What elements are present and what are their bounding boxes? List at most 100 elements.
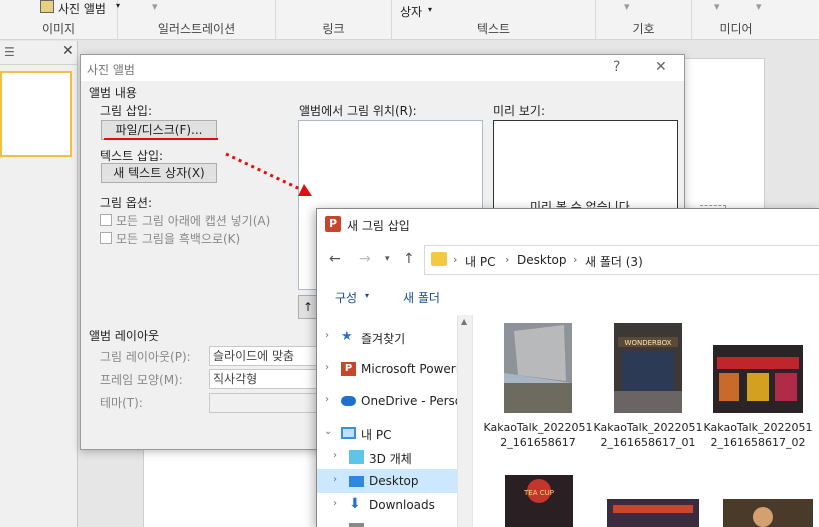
folder-icon xyxy=(431,252,447,266)
captions-checkbox[interactable] xyxy=(100,214,112,226)
picture-layout-select[interactable]: 슬라이드에 맞춤 xyxy=(209,346,317,366)
insert-text-label: 텍스트 삽입: xyxy=(100,149,164,163)
address-bar[interactable]: › 내 PC › Desktop › 새 폴더 (3) xyxy=(424,245,819,275)
star-icon: ★ xyxy=(341,329,353,344)
dialog-title: 새 그림 삽입 xyxy=(347,219,410,233)
toolbar: 구성 ▾ 새 폴더 xyxy=(317,283,819,311)
photo-album-button[interactable]: 사진 앨범 xyxy=(58,0,106,17)
cloud-icon xyxy=(341,396,356,406)
ribbon-group-label: 링크 xyxy=(322,22,345,36)
chevron-right-icon[interactable]: › xyxy=(325,394,329,405)
breadcrumb-separator-icon[interactable]: › xyxy=(505,253,509,266)
breadcrumb-separator-icon[interactable]: › xyxy=(573,253,577,266)
ribbon-group-illustrations: ▾ 일러스트레이션 xyxy=(118,0,276,40)
file-thumbnail xyxy=(713,345,803,413)
ribbon-group-image: 사진 앨범 ▾ 이미지 xyxy=(0,0,120,40)
dialog-title: 사진 앨범 xyxy=(87,63,135,77)
navigation-row: ← → ▾ ↑ › 내 PC › Desktop › 새 폴더 (3) xyxy=(317,243,819,277)
ribbon-group-label: 미디어 xyxy=(719,22,753,36)
chevron-down-icon[interactable]: ▾ xyxy=(428,5,432,14)
chevron-down-icon[interactable]: ▾ xyxy=(365,291,369,300)
back-arrow-icon[interactable]: ← xyxy=(329,251,341,267)
file-item[interactable]: KakaoTalk_20220512_161658617 xyxy=(483,323,593,450)
organize-button[interactable]: 구성 xyxy=(335,289,357,306)
computer-icon xyxy=(341,427,356,439)
picture-layout-label: 그림 레이아웃(P): xyxy=(100,350,191,364)
outline-view-icon[interactable]: ☰ xyxy=(4,45,15,59)
black-white-checkbox[interactable] xyxy=(100,232,112,244)
black-white-label: 모든 그림을 흑백으로(K) xyxy=(116,232,241,246)
ribbon-group-text: 상자 ▾ 텍스트 xyxy=(392,0,596,40)
chevron-down-icon[interactable]: ▾ xyxy=(756,0,762,13)
frame-shape-select[interactable]: 직사각형 xyxy=(209,369,317,389)
close-icon[interactable]: ✕ xyxy=(655,59,667,75)
chevron-down-icon[interactable]: ▾ xyxy=(624,0,630,13)
forward-arrow-icon[interactable]: → xyxy=(359,251,371,267)
nav-item-partial[interactable] xyxy=(317,519,457,527)
nav-item-onedrive[interactable]: › OneDrive - Personal xyxy=(317,389,457,413)
chevron-down-icon[interactable]: ⌄ xyxy=(324,426,332,437)
chevron-right-icon[interactable]: › xyxy=(333,450,337,461)
annotation-underline xyxy=(104,138,218,140)
theme-input[interactable] xyxy=(209,393,317,413)
slide-thumbnails-pane: ☰ ✕ xyxy=(0,41,78,527)
help-icon[interactable]: ? xyxy=(613,59,620,75)
powerpoint-icon: P xyxy=(341,362,356,376)
nav-item-3d-objects[interactable]: › 3D 개체 xyxy=(317,445,457,469)
close-icon[interactable]: ✕ xyxy=(62,43,74,59)
move-up-button[interactable]: ↑ xyxy=(298,295,318,319)
file-thumbnail xyxy=(723,499,813,527)
file-thumbnail: WONDERBOX xyxy=(614,323,682,413)
preview-label: 미리 보기: xyxy=(493,104,546,118)
ribbon-group-link: 링크 xyxy=(276,0,392,40)
file-name: KakaoTalk_20220512_161658617_02 xyxy=(703,421,813,449)
file-thumbnail xyxy=(504,323,572,413)
nav-item-desktop[interactable]: › Desktop xyxy=(317,469,457,493)
album-content-label: 앨범 내용 xyxy=(89,86,137,100)
frame-shape-label: 프레임 모양(M): xyxy=(100,373,183,387)
slide-thumbnail[interactable] xyxy=(0,71,72,157)
up-arrow-icon[interactable]: ↑ xyxy=(403,251,415,267)
ribbon: 사진 앨범 ▾ 이미지 ▾ 일러스트레이션 링크 상자 ▾ 텍스트 ▾ 기호 ▾… xyxy=(0,0,819,40)
new-folder-button[interactable]: 새 폴더 xyxy=(403,289,440,306)
chevron-down-icon[interactable]: ▾ xyxy=(714,0,720,13)
cube-icon xyxy=(349,450,364,464)
download-arrow-icon: ⬇ xyxy=(349,496,361,512)
thumbnail-sign-text: TEA CUP xyxy=(523,489,554,497)
navigation-pane: › ★ 즐겨찾기 › P Microsoft PowerPoint › OneD… xyxy=(317,315,472,527)
thumbnail-sign-text: WONDERBOX xyxy=(625,339,672,347)
file-item[interactable]: WONDERBOX KakaoTalk_20220512_161658617_0… xyxy=(593,323,703,450)
file-name: KakaoTalk_20220512_161658617 xyxy=(483,421,593,449)
nav-scrollbar[interactable]: ▲ xyxy=(457,315,472,527)
nav-item-label: Downloads xyxy=(369,498,435,512)
breadcrumb-item[interactable]: Desktop xyxy=(517,253,567,267)
breadcrumb-separator-icon[interactable]: › xyxy=(453,253,457,266)
recent-chevron-icon[interactable]: ▾ xyxy=(385,254,390,264)
nav-item-label: OneDrive - Personal xyxy=(361,394,457,408)
desktop-icon xyxy=(349,476,364,487)
nav-item-powerpoint[interactable]: › P Microsoft PowerPoint xyxy=(317,357,457,381)
dialog-titlebar: P 새 그림 삽입 xyxy=(317,209,819,239)
chevron-down-icon[interactable]: ▾ xyxy=(152,0,158,13)
textbox-button[interactable]: 상자 xyxy=(400,3,422,20)
chevron-right-icon[interactable]: › xyxy=(325,330,329,341)
new-textbox-button[interactable]: 새 텍스트 상자(X) xyxy=(101,163,217,183)
insert-picture-label: 그림 삽입: xyxy=(100,104,153,118)
theme-label: 테마(T): xyxy=(100,396,143,410)
ribbon-group-label: 텍스트 xyxy=(476,22,511,36)
chevron-right-icon[interactable]: › xyxy=(333,474,337,485)
file-disk-button[interactable]: 파일/디스크(F)... xyxy=(101,120,217,140)
chevron-right-icon[interactable]: › xyxy=(333,498,337,509)
scroll-up-icon[interactable]: ▲ xyxy=(461,317,467,326)
breadcrumb-item[interactable]: 내 PC xyxy=(465,253,495,270)
captions-label: 모든 그림 아래에 캡션 넣기(A) xyxy=(116,214,271,228)
nav-item-this-pc[interactable]: ⌄ 내 PC xyxy=(317,421,457,445)
chevron-right-icon[interactable]: › xyxy=(325,362,329,373)
file-item[interactable]: KakaoTalk_20220512_161658617_02 xyxy=(703,323,813,450)
file-list[interactable]: KakaoTalk_20220512_161658617 WONDERBOX K… xyxy=(472,315,819,527)
breadcrumb-item[interactable]: 새 폴더 (3) xyxy=(585,253,643,270)
nav-item-label: 내 PC xyxy=(361,428,392,442)
pictures-in-album-label: 앨범에서 그림 위치(R): xyxy=(299,104,417,118)
nav-item-favorites[interactable]: › ★ 즐겨찾기 xyxy=(317,325,457,349)
nav-item-downloads[interactable]: › ⬇ Downloads xyxy=(317,493,457,517)
